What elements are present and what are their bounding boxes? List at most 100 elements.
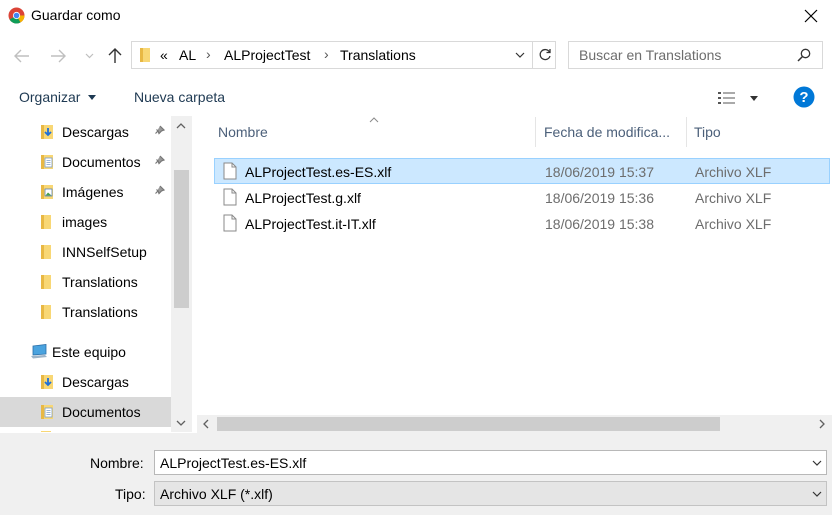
column-divider[interactable]	[686, 117, 687, 147]
help-button[interactable]: ?	[793, 86, 815, 108]
file-name: ALProjectTest.it-IT.xlf	[245, 216, 376, 232]
caret-down-icon	[87, 95, 96, 101]
close-icon	[804, 9, 818, 23]
tree-item-descargas-pinned[interactable]: Descargas	[0, 117, 171, 147]
file-list-scrollbar[interactable]	[197, 415, 832, 433]
tree-item-label: images	[62, 214, 108, 230]
title-bar: Guardar como	[0, 0, 832, 32]
recent-locations-button[interactable]	[80, 42, 98, 70]
file-icon	[223, 188, 237, 206]
arrow-right-icon	[51, 49, 66, 63]
column-header-type[interactable]: Tipo	[694, 124, 721, 140]
search-input[interactable]: Buscar en Translations	[579, 47, 721, 63]
breadcrumb-separator[interactable]: ›	[206, 46, 211, 62]
scrollbar-thumb[interactable]	[174, 170, 189, 308]
scroll-down-icon[interactable]	[176, 420, 186, 426]
tree-item-label: Documentos	[62, 404, 141, 420]
pin-icon	[155, 125, 165, 135]
folder-icon	[41, 215, 51, 229]
refresh-button[interactable]	[533, 42, 556, 68]
chevron-down-icon[interactable]	[812, 460, 822, 466]
file-row[interactable]: ALProjectTest.g.xlf 18/06/2019 15:36 Arc…	[214, 185, 830, 211]
file-date: 18/06/2019 15:36	[545, 190, 654, 206]
file-type: Archivo XLF	[695, 190, 772, 206]
tree-item-innselfsetup[interactable]: INNSelfSetup	[0, 237, 171, 267]
file-date: 18/06/2019 15:38	[545, 216, 654, 232]
folder-icon	[140, 48, 150, 62]
file-date: 18/06/2019 15:37	[545, 164, 654, 180]
tree-item-descargas[interactable]: Descargas	[0, 367, 171, 397]
search-box[interactable]: Buscar en Translations	[568, 41, 823, 69]
file-name-field[interactable]: ALProjectTest.es-ES.xlf	[154, 450, 827, 475]
scrollbar-thumb[interactable]	[217, 417, 720, 431]
back-button[interactable]	[8, 42, 36, 70]
file-row[interactable]: ALProjectTest.it-IT.xlf 18/06/2019 15:38…	[214, 211, 830, 237]
new-folder-label: Nueva carpeta	[134, 89, 226, 105]
tree-item-documentos[interactable]: Documentos	[0, 397, 171, 427]
refresh-icon	[539, 48, 551, 61]
column-header-name[interactable]: Nombre	[218, 124, 268, 140]
tree-item-translations-2[interactable]: Translations	[0, 297, 171, 327]
chrome-icon	[8, 7, 25, 24]
documents-folder-icon	[41, 155, 53, 169]
tree-item-images[interactable]: images	[0, 207, 171, 237]
scroll-up-icon[interactable]	[176, 123, 186, 129]
forward-button[interactable]	[44, 42, 72, 70]
column-header-date[interactable]: Fecha de modifica...	[544, 124, 670, 140]
file-name: ALProjectTest.g.xlf	[245, 190, 361, 206]
pictures-folder-icon	[41, 185, 53, 199]
file-name-input[interactable]: ALProjectTest.es-ES.xlf	[160, 455, 306, 471]
computer-icon	[31, 344, 47, 359]
caret-down-icon	[750, 96, 758, 101]
chevron-down-icon[interactable]	[812, 491, 822, 497]
close-button[interactable]	[790, 0, 832, 32]
file-type-select[interactable]: Archivo XLF (*.xlf)	[154, 481, 827, 506]
file-type-value: Archivo XLF (*.xlf)	[160, 486, 273, 502]
documents-folder-icon	[41, 405, 53, 419]
breadcrumb-overflow[interactable]: «	[160, 47, 168, 63]
breadcrumb-al[interactable]: AL	[179, 47, 196, 63]
arrow-left-icon	[14, 49, 29, 63]
breadcrumb-separator[interactable]: ›	[324, 46, 329, 62]
breadcrumb-alprojecttest[interactable]: ALProjectTest	[224, 47, 310, 63]
tree-item-este-equipo[interactable]: Este equipo	[0, 337, 171, 367]
address-dropdown-button[interactable]	[510, 42, 530, 68]
file-type: Archivo XLF	[695, 164, 772, 180]
address-bar[interactable]: « AL › ALProjectTest › Translations	[131, 41, 556, 69]
tree-item-label: Imágenes	[62, 184, 124, 200]
tree-item-documentos-pinned[interactable]: Documentos	[0, 147, 171, 177]
tree-item-label: Documentos	[62, 154, 141, 170]
tree-item-translations[interactable]: Translations	[0, 267, 171, 297]
organize-button[interactable]: Organizar	[19, 89, 96, 107]
file-name-label: Nombre:	[90, 455, 144, 471]
up-button[interactable]	[102, 42, 128, 70]
breadcrumb-translations[interactable]: Translations	[340, 47, 416, 63]
scroll-right-icon[interactable]	[819, 419, 825, 429]
file-type: Archivo XLF	[695, 216, 772, 232]
new-folder-button[interactable]: Nueva carpeta	[134, 89, 225, 107]
sort-ascending-icon	[369, 117, 379, 123]
folder-icon	[41, 431, 51, 432]
svg-text:?: ?	[799, 89, 808, 106]
tree-item-imagenes-pinned[interactable]: Imágenes	[0, 177, 171, 207]
navigation-scrollbar[interactable]	[171, 116, 192, 432]
file-icon	[223, 162, 237, 180]
view-options-button[interactable]	[717, 89, 763, 107]
search-icon[interactable]	[797, 48, 811, 62]
tree-item-label: Translations	[62, 274, 138, 290]
column-divider[interactable]	[535, 117, 536, 147]
pin-icon	[155, 185, 165, 195]
chevron-down-icon	[85, 53, 93, 59]
arrow-up-icon	[108, 48, 122, 63]
tree-item-label: Descargas	[62, 124, 129, 140]
details-view-icon	[718, 92, 735, 104]
chevron-down-icon	[515, 52, 525, 58]
folder-icon	[41, 305, 51, 319]
help-icon: ?	[793, 86, 815, 108]
scroll-left-icon[interactable]	[203, 419, 209, 429]
file-row[interactable]: ALProjectTest.es-ES.xlf 18/06/2019 15:37…	[214, 158, 830, 184]
tree-item-label: Descargas	[62, 374, 129, 390]
navigation-pane[interactable]: Descargas Documentos Imágenes images INN…	[0, 116, 192, 432]
tree-item-label: Este equipo	[52, 344, 126, 360]
download-folder-icon	[41, 375, 53, 389]
